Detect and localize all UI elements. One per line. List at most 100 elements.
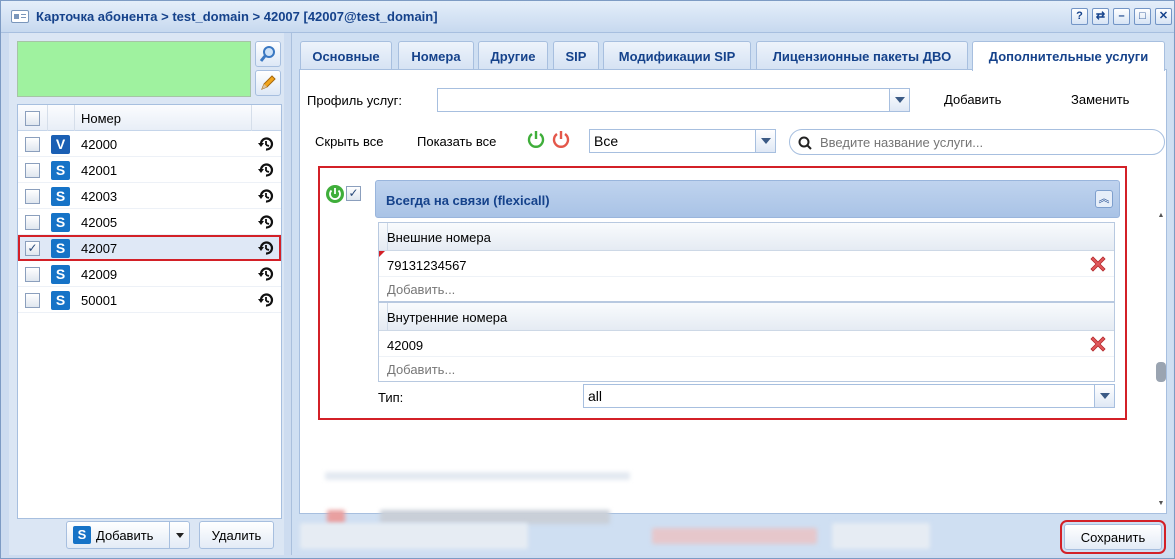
- power-on-icon[interactable]: [527, 130, 545, 148]
- refresh-button[interactable]: ⇄: [1092, 8, 1109, 25]
- account-type-icon: V: [51, 135, 70, 154]
- history-icon[interactable]: [257, 213, 275, 231]
- window-title: Карточка абонента > test_domain > 42007 …: [36, 9, 438, 24]
- delete-icon[interactable]: [1088, 254, 1108, 274]
- internal-numbers-list: Внутренние номера 42009 Добавить...: [378, 302, 1115, 382]
- tab-numbers[interactable]: Номера: [398, 41, 474, 70]
- help-button[interactable]: ?: [1071, 8, 1088, 25]
- tab-license-packages[interactable]: Лицензионные пакеты ДВО: [756, 41, 968, 70]
- scrollbar[interactable]: ▲ ▼: [1155, 212, 1167, 512]
- profile-combo[interactable]: [437, 88, 910, 112]
- add-button-label: Добавить: [96, 527, 154, 543]
- subscriber-number: 42007: [81, 241, 118, 256]
- row-checkbox[interactable]: [25, 215, 40, 230]
- row-checkbox[interactable]: [25, 293, 40, 308]
- history-icon[interactable]: [257, 161, 275, 179]
- tab-sip-modifications[interactable]: Модификации SIP: [603, 41, 751, 70]
- title-bar[interactable]: Карточка абонента > test_domain > 42007 …: [1, 1, 1174, 33]
- service-header[interactable]: Всегда на связи (flexicall) ︽: [375, 180, 1120, 218]
- row-checkbox[interactable]: [25, 163, 40, 178]
- subscriber-number: 42001: [81, 163, 118, 178]
- account-type-icon: S: [51, 239, 70, 258]
- subscriber-card-window: Карточка абонента > test_domain > 42007 …: [0, 0, 1175, 559]
- row-checkbox[interactable]: [25, 189, 40, 204]
- table-row[interactable]: S 42005: [18, 209, 281, 235]
- scroll-down-icon[interactable]: ▼: [1156, 500, 1166, 508]
- tab-sip[interactable]: SIP: [553, 41, 599, 70]
- chevron-down-icon[interactable]: [755, 130, 775, 152]
- add-subscriber-button[interactable]: S Добавить: [66, 521, 190, 549]
- account-type-icon: S: [51, 187, 70, 206]
- internal-number[interactable]: 42009: [387, 338, 423, 353]
- add-internal-number[interactable]: Добавить...: [379, 357, 1114, 381]
- scroll-up-icon[interactable]: ▲: [1156, 212, 1166, 220]
- history-icon[interactable]: [257, 265, 275, 283]
- add-external-number[interactable]: Добавить...: [379, 277, 1114, 301]
- blurred-button[interactable]: [832, 523, 930, 549]
- show-all-button[interactable]: Показать все: [417, 134, 496, 149]
- external-numbers-list: Внешние номера 79131234567 Добавить...: [378, 222, 1115, 302]
- filter-combo[interactable]: Все: [589, 129, 776, 153]
- table-row[interactable]: S 42003: [18, 183, 281, 209]
- save-button[interactable]: Сохранить: [1060, 520, 1166, 554]
- profile-add-button[interactable]: Добавить: [944, 92, 1001, 107]
- dirty-marker: [379, 251, 385, 257]
- filter-value: Все: [594, 133, 619, 149]
- list-item[interactable]: 79131234567: [379, 251, 1114, 277]
- service-flexicall: ✓ Всегда на связи (flexicall) ︽ Внешние …: [318, 166, 1127, 420]
- history-icon[interactable]: [257, 135, 275, 153]
- close-button[interactable]: ✕: [1155, 8, 1172, 25]
- row-checkbox[interactable]: [25, 137, 40, 152]
- table-row[interactable]: ✓ S 42007: [18, 235, 281, 261]
- history-icon[interactable]: [257, 291, 275, 309]
- add-dropdown-arrow[interactable]: [169, 522, 189, 548]
- chevron-down-icon: [175, 532, 184, 538]
- grid-header: Номер: [18, 105, 281, 131]
- search-input[interactable]: [820, 134, 1150, 150]
- account-type-icon: S: [51, 291, 70, 310]
- tab-additional-services[interactable]: Дополнительные услуги: [972, 41, 1165, 71]
- chevron-down-icon[interactable]: [889, 89, 909, 111]
- list-item[interactable]: 42009: [379, 331, 1114, 357]
- maximize-button[interactable]: □: [1134, 8, 1151, 25]
- delete-icon[interactable]: [1088, 334, 1108, 354]
- scroll-thumb[interactable]: [1156, 362, 1166, 382]
- table-row[interactable]: S 42001: [18, 157, 281, 183]
- minimize-button[interactable]: –: [1113, 8, 1130, 25]
- tab-other[interactable]: Другие: [478, 41, 548, 70]
- table-row[interactable]: V 42000: [18, 131, 281, 157]
- collapse-icon[interactable]: ︽: [1095, 190, 1113, 208]
- blurred-button[interactable]: [300, 523, 528, 549]
- hide-all-button[interactable]: Скрыть все: [315, 134, 383, 149]
- power-on-icon[interactable]: [325, 184, 345, 204]
- search-button[interactable]: [255, 41, 281, 67]
- external-number[interactable]: 79131234567: [387, 258, 467, 273]
- profile-label: Профиль услуг:: [307, 93, 403, 108]
- service-checkbox[interactable]: ✓: [346, 186, 361, 201]
- row-checkbox[interactable]: [25, 267, 40, 282]
- table-row[interactable]: S 42009: [18, 261, 281, 287]
- power-off-icon[interactable]: [552, 130, 570, 148]
- chevron-down-icon[interactable]: [1094, 385, 1114, 407]
- select-all-checkbox[interactable]: [25, 111, 40, 126]
- magnifier-icon: [259, 46, 275, 62]
- history-icon[interactable]: [257, 239, 275, 257]
- table-row[interactable]: S 50001: [18, 287, 281, 313]
- profile-replace-button[interactable]: Заменить: [1071, 92, 1129, 107]
- delete-subscriber-button[interactable]: Удалить: [199, 521, 274, 549]
- additional-services-panel: Профиль услуг: Добавить Заменить Скрыть …: [299, 69, 1167, 524]
- account-type-icon: S: [51, 213, 70, 232]
- tab-main[interactable]: Основные: [300, 41, 392, 70]
- edit-button[interactable]: [255, 70, 281, 96]
- history-icon[interactable]: [257, 187, 275, 205]
- blurred-button[interactable]: [652, 528, 817, 544]
- type-combo[interactable]: all: [583, 384, 1115, 408]
- column-number-header[interactable]: Номер: [81, 111, 121, 126]
- type-label: Тип:: [378, 390, 404, 405]
- subscriber-list-pane: Номер V 42000 S 42001 S 42003 S 42005 ✓ S 42007 S 42…: [9, 33, 284, 555]
- search-icon: [798, 136, 812, 150]
- row-checkbox[interactable]: ✓: [25, 241, 40, 256]
- subscriber-number: 42000: [81, 137, 118, 152]
- service-search[interactable]: [789, 129, 1165, 155]
- subscriber-number: 42005: [81, 215, 118, 230]
